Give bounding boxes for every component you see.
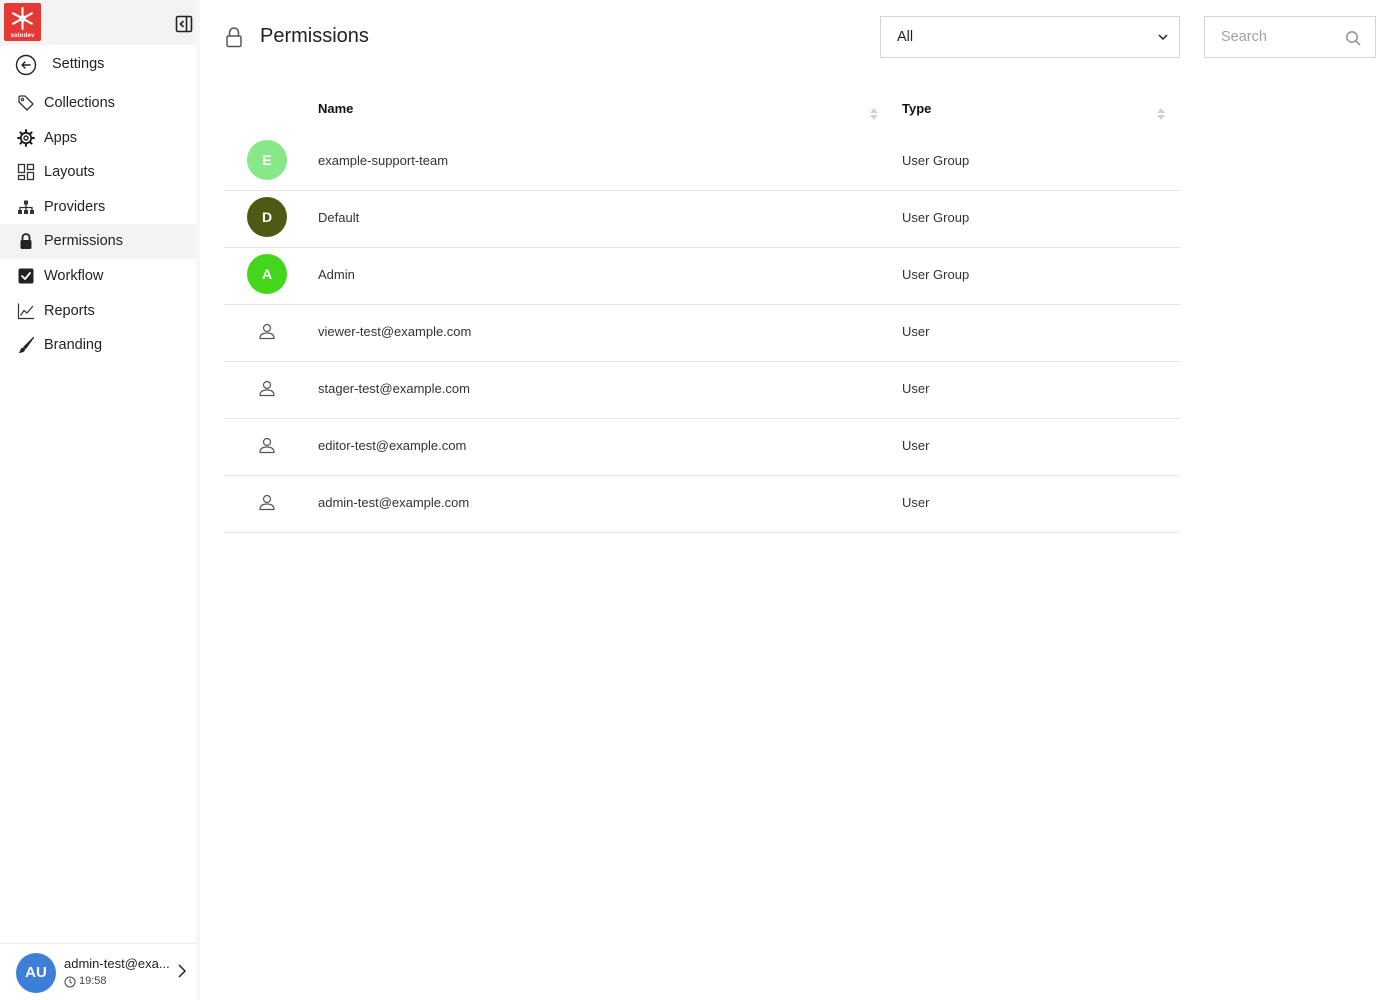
group-avatar: D xyxy=(247,197,287,237)
column-header-name[interactable]: Name xyxy=(318,101,353,116)
sidebar-item-layouts[interactable]: Layouts xyxy=(0,155,196,190)
row-type: User Group xyxy=(902,267,970,282)
avatar: AU xyxy=(16,953,56,993)
page-title: Permissions xyxy=(260,25,369,47)
type-filter-select[interactable]: All xyxy=(880,16,1180,58)
row-name: editor-test@example.com xyxy=(318,438,467,453)
back-to-settings[interactable]: Settings xyxy=(0,48,196,82)
sidebar-item-label: Providers xyxy=(44,198,106,215)
collapse-sidebar-button[interactable] xyxy=(175,15,193,33)
user-email: admin-test@exa... xyxy=(64,956,170,971)
row-name: stager-test@example.com xyxy=(318,381,470,396)
tag-icon xyxy=(18,95,34,111)
flower-logo-icon xyxy=(12,7,33,30)
sitemap-icon xyxy=(18,200,34,214)
sidebar-item-apps[interactable]: Apps xyxy=(0,121,196,156)
session-time: 19:58 xyxy=(79,975,107,987)
sidebar-item-collections[interactable]: Collections xyxy=(0,86,196,121)
settings-label: Settings xyxy=(52,56,105,72)
table-row[interactable]: admin-test@example.com User xyxy=(224,476,1180,533)
sidebar-item-label: Workflow xyxy=(44,267,104,284)
row-type: User Group xyxy=(902,210,970,225)
sidebar-item-permissions[interactable]: Permissions xyxy=(0,224,196,259)
brush-icon xyxy=(18,337,35,353)
sidebar-item-branding[interactable]: Branding xyxy=(0,328,196,363)
row-type: User Group xyxy=(902,153,970,168)
user-icon xyxy=(259,437,275,454)
permissions-table: Name Type E example-support-team User Gr… xyxy=(224,86,1180,533)
sidebar-divider xyxy=(196,0,200,1000)
lock-icon xyxy=(226,27,242,48)
search-box xyxy=(1204,16,1376,58)
sidebar-item-reports[interactable]: Reports xyxy=(0,294,196,329)
row-name: Default xyxy=(318,210,360,225)
table-row[interactable]: editor-test@example.com User xyxy=(224,419,1180,476)
clock-icon xyxy=(64,976,76,988)
row-name: Admin xyxy=(318,267,355,282)
sidebar-nav: Collections Apps Layouts Providers Permi… xyxy=(0,86,196,363)
checkbox-icon xyxy=(18,268,34,284)
group-avatar: E xyxy=(247,140,287,180)
type-filter-value: All xyxy=(897,29,914,45)
table-row[interactable]: viewer-test@example.com User xyxy=(224,305,1180,362)
table-row[interactable]: A Admin User Group xyxy=(224,248,1180,305)
row-type: User xyxy=(902,438,930,453)
row-name: viewer-test@example.com xyxy=(318,324,472,339)
user-icon xyxy=(259,494,275,511)
table-row[interactable]: D Default User Group xyxy=(224,191,1180,248)
lock-icon xyxy=(20,233,32,250)
row-type: User xyxy=(902,324,930,339)
row-type: User xyxy=(902,495,930,510)
sidebar-item-label: Layouts xyxy=(44,164,95,181)
layout-grid-icon xyxy=(17,164,35,181)
group-avatar: A xyxy=(247,254,287,294)
sidebar-item-label: Branding xyxy=(44,337,103,354)
logo-bar: solodev xyxy=(0,0,196,45)
chevron-right-icon xyxy=(178,964,187,978)
logo-text: solodev xyxy=(10,33,35,39)
sidebar-item-label: Reports xyxy=(44,302,95,319)
row-name: example-support-team xyxy=(318,153,449,168)
column-header-type[interactable]: Type xyxy=(902,101,931,116)
sidebar-item-label: Permissions xyxy=(44,233,123,250)
row-type: User xyxy=(902,381,930,396)
sidebar-item-providers[interactable]: Providers xyxy=(0,190,196,225)
gear-icon xyxy=(17,128,35,147)
user-icon xyxy=(259,323,275,340)
search-icon[interactable] xyxy=(1345,30,1361,46)
line-chart-icon xyxy=(17,303,34,319)
sort-icon[interactable] xyxy=(1156,106,1166,122)
row-name: admin-test@example.com xyxy=(318,495,470,510)
solodev-logo[interactable]: solodev xyxy=(4,3,41,41)
sort-icon[interactable] xyxy=(869,106,879,122)
user-menu[interactable]: AU admin-test@exa... 19:58 xyxy=(0,943,196,1000)
table-row[interactable]: E example-support-team User Group xyxy=(224,134,1180,191)
sidebar-item-label: Collections xyxy=(44,95,115,111)
sidebar-item-label: Apps xyxy=(44,129,78,146)
sidebar: solodev Settings Collections Apps Layout… xyxy=(0,0,196,1000)
arrow-left-circle-icon xyxy=(15,54,37,76)
search-input[interactable] xyxy=(1206,18,1336,56)
table-header: Name Type xyxy=(224,86,1180,134)
sidebar-collapse-icon xyxy=(175,15,193,33)
table-row[interactable]: stager-test@example.com User xyxy=(224,362,1180,419)
chevron-down-icon xyxy=(1158,34,1168,41)
user-icon xyxy=(259,380,275,397)
sidebar-item-workflow[interactable]: Workflow xyxy=(0,259,196,294)
